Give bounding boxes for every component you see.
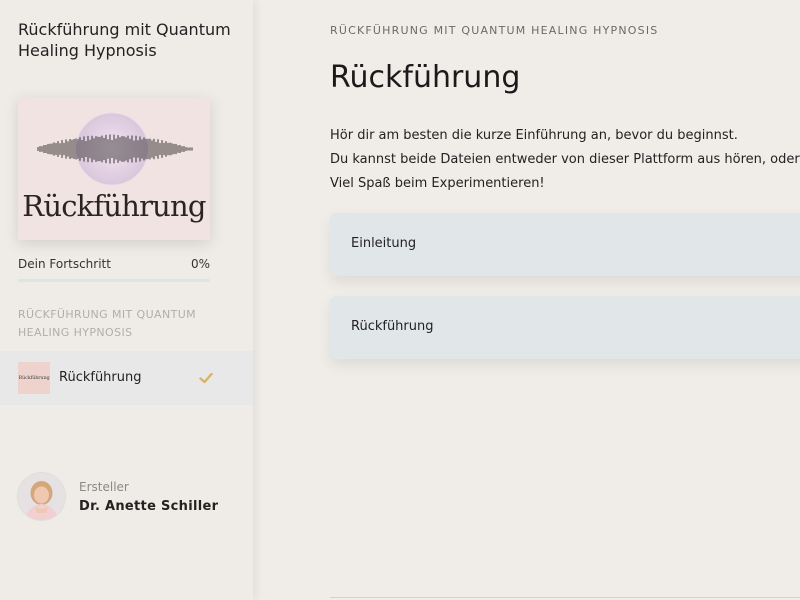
lesson-thumbnail: Rückführung [18, 362, 50, 394]
description-line: Viel Spaß beim Experimentieren! [330, 176, 545, 191]
course-eyebrow: RÜCKFÜHRUNG MIT QUANTUM HEALING HYPNOSIS [330, 24, 659, 37]
page-title: Rückführung [330, 60, 521, 95]
check-icon [199, 372, 213, 384]
lesson-card-einleitung[interactable]: Einleitung [330, 213, 800, 276]
description-line: Du kannst beide Dateien entweder von die… [330, 152, 800, 167]
progress-label: Dein Fortschritt [18, 257, 111, 271]
course-cover-image: Rückführung [18, 97, 210, 240]
lesson-description: Hör dir am besten die kurze Einführung a… [330, 124, 800, 196]
creator-avatar [18, 473, 65, 520]
lesson-card-label: Rückführung [351, 319, 434, 334]
progress-value: 0% [190, 257, 210, 271]
creator-role: Ersteller [79, 480, 129, 494]
section-heading: RÜCKFÜHRUNG MIT QUANTUM HEALING HYPNOSIS [18, 308, 197, 339]
lesson-card-label: Einleitung [351, 236, 417, 251]
progress-bar [18, 279, 210, 282]
sidebar: Rückführung mit Quantum Healing Hypnosis… [0, 0, 253, 600]
main-content: RÜCKFÜHRUNG MIT QUANTUM HEALING HYPNOSIS… [253, 0, 800, 600]
lesson-card-rueckfuehrung[interactable]: Rückführung [330, 296, 800, 359]
cover-title: Rückführung [22, 189, 206, 223]
creator-name: Dr. Anette Schiller [79, 499, 219, 514]
description-line: Hör dir am besten die kurze Einführung a… [330, 128, 738, 143]
sidebar-lesson-label: Rückführung [59, 370, 142, 385]
divider [330, 597, 800, 598]
sidebar-lesson-item[interactable]: Rückführung Rückführung [0, 351, 253, 405]
course-title: Rückführung mit Quantum Healing Hypnosis [18, 20, 231, 60]
